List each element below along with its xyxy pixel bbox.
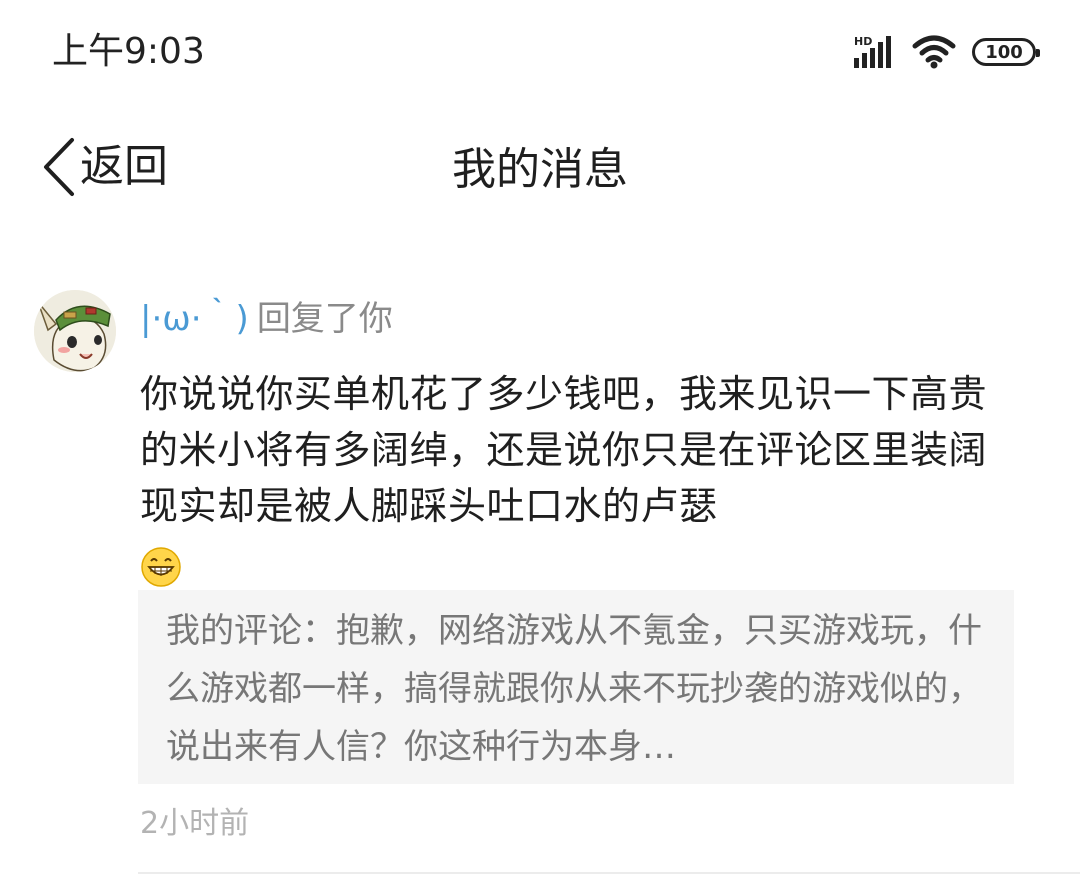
message-header: |·ω·｀) 回复了你 (140, 294, 393, 344)
page-title: 我的消息 (452, 144, 628, 195)
nav-header: 返回 我的消息 (0, 120, 1080, 216)
battery-icon: 100 (972, 38, 1040, 66)
wifi-icon (912, 35, 956, 69)
quote-label: 我的评论： (166, 611, 336, 651)
avatar-image (34, 290, 116, 372)
signal-icon: HD (854, 35, 891, 68)
divider (138, 872, 1080, 874)
reply-action-text: 回复了你 (256, 299, 393, 339)
status-icons: HD 100 (852, 30, 1040, 74)
message-body[interactable]: 你说说你买单机花了多少钱吧，我来见识一下高贵的米小将有多阔绰，还是说你只是在评论… (140, 366, 1020, 590)
network-type-label: HD (854, 35, 872, 48)
quoted-comment[interactable]: 我的评论：抱歉，网络游戏从不氪金，只买游戏玩，什么游戏都一样，搞得就跟你从来不玩… (138, 590, 1014, 784)
grinning-emoji-icon (141, 546, 181, 587)
username-link[interactable]: |·ω·｀) (140, 299, 249, 339)
status-bar: 上午9:03 HD 100 (0, 0, 1080, 100)
avatar[interactable] (34, 290, 116, 372)
status-time: 上午9:03 (52, 31, 205, 72)
message-timestamp: 2小时前 (140, 806, 250, 841)
message-text: 你说说你买单机花了多少钱吧，我来见识一下高贵的米小将有多阔绰，还是说你只是在评论… (140, 372, 988, 528)
